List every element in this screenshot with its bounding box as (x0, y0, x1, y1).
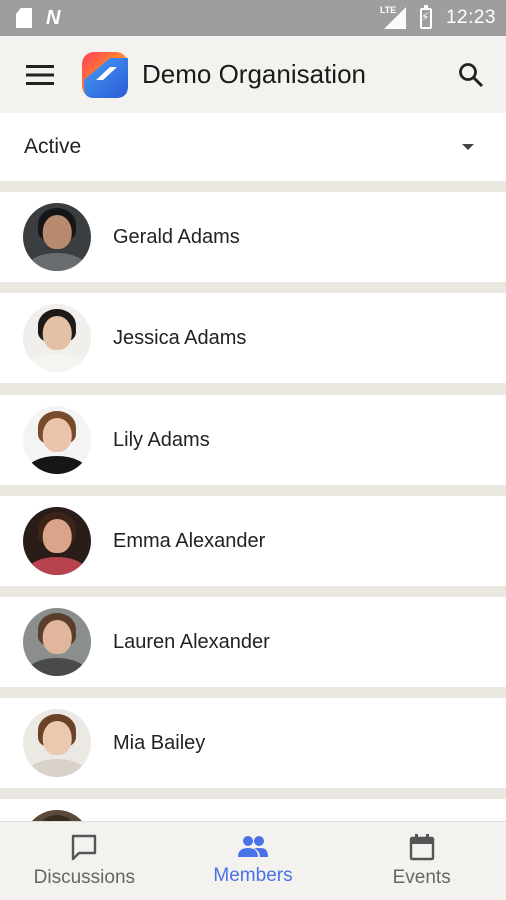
signal-icon: LTE (380, 5, 406, 29)
dropdown-arrow-icon (462, 144, 474, 150)
avatar (23, 709, 91, 777)
status-filter-dropdown[interactable]: Active (0, 113, 506, 181)
member-row[interactable]: Emma Alexander (0, 496, 506, 586)
member-row[interactable]: Jessica Adams (0, 293, 506, 383)
hamburger-menu-icon (26, 64, 54, 85)
calendar-icon (409, 834, 434, 861)
tab-members[interactable]: Members (169, 822, 338, 900)
tab-label: Members (213, 865, 293, 886)
tab-label: Events (392, 867, 451, 888)
member-name: Emma Alexander (113, 529, 266, 552)
chat-bubble-icon (72, 834, 97, 861)
bottom-navigation: Discussions Members Events (0, 821, 506, 900)
tab-label: Discussions (33, 867, 136, 888)
menu-button[interactable] (0, 36, 80, 113)
app-bar: Demo Organisation (0, 36, 506, 113)
organisation-logo (82, 51, 128, 98)
sd-card-icon (16, 8, 32, 28)
page-title: Demo Organisation (142, 59, 366, 89)
member-row[interactable]: Lauren Alexander (0, 597, 506, 687)
battery-charging-icon (419, 4, 432, 29)
member-name: Lauren Alexander (113, 630, 270, 653)
member-row[interactable]: Mia Bailey (0, 698, 506, 788)
people-icon (238, 836, 268, 857)
filter-selected-value: Active (24, 135, 82, 158)
avatar (23, 304, 91, 372)
tab-events[interactable]: Events (337, 822, 506, 900)
member-name: Gerald Adams (113, 225, 240, 248)
member-name: Lily Adams (113, 428, 210, 451)
search-button[interactable] (436, 36, 506, 113)
nfc-n-icon: N (46, 6, 61, 29)
avatar (23, 608, 91, 676)
status-time: 12:23 (445, 7, 496, 28)
status-bar-right: LTE 12:23 (380, 4, 496, 29)
member-row[interactable]: Gerald Adams (0, 192, 506, 282)
member-name: Jessica Adams (113, 326, 247, 349)
tab-discussions[interactable]: Discussions (0, 822, 169, 900)
member-row[interactable]: Lily Adams (0, 395, 506, 485)
avatar (23, 406, 91, 474)
avatar (23, 203, 91, 271)
avatar (23, 507, 91, 575)
status-bar-left: N (16, 7, 60, 30)
member-name: Mia Bailey (113, 731, 206, 754)
status-bar: N LTE 12:23 (0, 0, 506, 36)
search-icon (459, 62, 484, 87)
